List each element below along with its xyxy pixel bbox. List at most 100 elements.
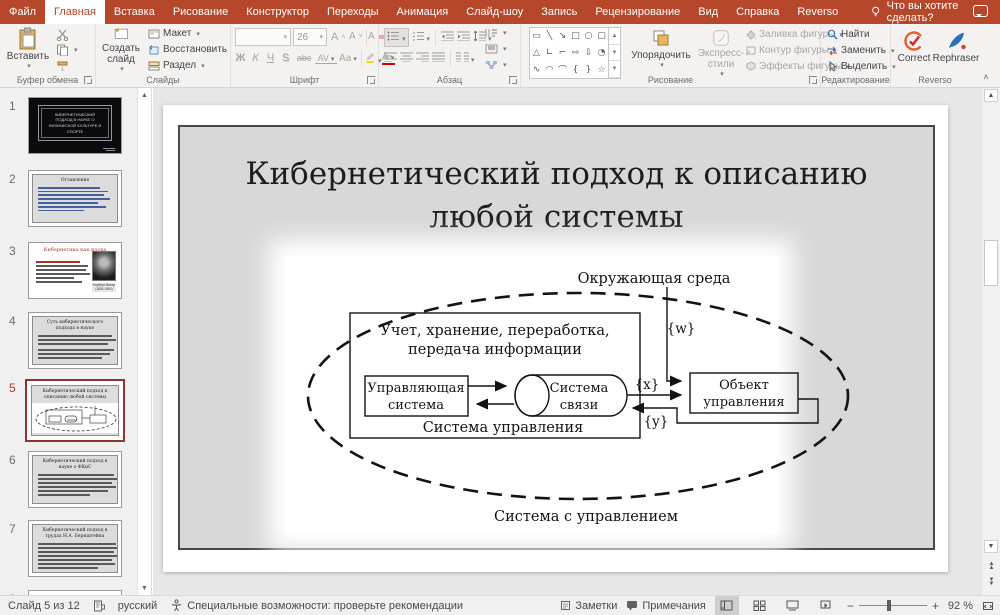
collapse-ribbon-button[interactable]: ˄ (980, 72, 992, 82)
tab-animations[interactable]: Анимация (388, 0, 458, 24)
tab-help[interactable]: Справка (727, 0, 788, 24)
fit-to-window-icon[interactable] (982, 600, 994, 612)
shapes-scroll-up[interactable]: ▲ (609, 28, 620, 45)
align-text-button[interactable] (485, 44, 507, 54)
tab-design[interactable]: Конструктор (237, 0, 318, 24)
shape-triangle[interactable]: △ (530, 45, 543, 62)
scrollbar-thumb[interactable] (984, 240, 998, 286)
underline-button[interactable]: Ч (263, 52, 278, 64)
tab-view[interactable]: Вид (689, 0, 727, 24)
zoom-out-button[interactable] (847, 599, 854, 613)
scroll-up-arrow[interactable]: ▲ (984, 89, 998, 102)
shrink-font-button[interactable]: A˅ (349, 31, 363, 42)
tab-home[interactable]: Главная (45, 0, 105, 24)
zoom-percentage[interactable]: 92 % (948, 600, 973, 612)
new-slide-button[interactable]: Создать слайд (98, 24, 144, 74)
thumbnail-scrollbar[interactable]: ▲ ▼ (137, 88, 152, 595)
clipboard-dialog-launcher[interactable] (84, 76, 92, 84)
change-case-button[interactable]: Aa (337, 53, 359, 64)
italic-button[interactable]: К (248, 52, 263, 64)
zoom-in-button[interactable] (932, 599, 939, 613)
numbering-button[interactable] (412, 31, 431, 44)
slide-thumbnail-7[interactable]: Кибернетический подход в трудах Н.А. Бер… (28, 520, 122, 577)
columns-button[interactable] (456, 52, 475, 65)
notes-toggle-button[interactable]: Заметки (560, 600, 617, 612)
section-button[interactable]: Раздел (148, 60, 205, 71)
accessibility-checker[interactable]: Специальные возможности: проверьте реком… (170, 599, 463, 612)
shapes-scroll-down[interactable]: ▼ (609, 45, 620, 62)
shape-rectangle[interactable]: □ (569, 28, 582, 45)
format-painter-button[interactable] (56, 60, 69, 72)
slide-editing-canvas[interactable]: Кибернетический подход к описанию любой … (153, 88, 981, 595)
grow-font-button[interactable]: A˄ (331, 31, 345, 43)
shape-rounded-rectangle[interactable]: ▢ (595, 28, 608, 45)
font-dialog-launcher[interactable] (367, 76, 375, 84)
shape-elbow-connector[interactable]: ∟ (543, 45, 556, 62)
previous-slide-button[interactable]: ▲▲ (985, 560, 998, 573)
slide-thumbnail-6[interactable]: Кибернетический подход в науке о ФКиС (28, 451, 122, 508)
shape-arrow-right[interactable]: ⇨ (569, 45, 582, 62)
reset-button[interactable]: Восстановить (148, 44, 227, 55)
shapes-gallery[interactable]: ▭ ╲ ↘ □ ○ ▢ △ ∟ ⌐ ⇨ ⇩ ◔ ∿ ◠ ⌒ { } ☆ ▲ (529, 27, 621, 79)
tab-record[interactable]: Запись (532, 0, 586, 24)
align-left-button[interactable] (384, 52, 397, 65)
normal-view-button[interactable] (715, 596, 739, 615)
slideshow-view-button[interactable] (814, 596, 838, 615)
decrease-indent-button[interactable] (441, 31, 454, 44)
replace-button[interactable]: Заменить (827, 45, 894, 56)
slide-sorter-view-button[interactable] (748, 596, 772, 615)
tab-slideshow[interactable]: Слайд-шоу (457, 0, 532, 24)
comments-toggle-button[interactable]: Примечания (626, 600, 706, 612)
align-center-button[interactable] (400, 52, 413, 65)
shape-arrow[interactable]: ↘ (556, 28, 569, 45)
paste-button[interactable]: Вставить (6, 24, 50, 74)
slide-thumbnail-4[interactable]: Суть кибернетического подхода в науке (28, 312, 122, 369)
text-shadow-button[interactable]: S (278, 52, 293, 64)
reverso-rephraser-button[interactable]: Rephraser (935, 26, 977, 76)
thumb-scroll-down-arrow[interactable]: ▼ (139, 582, 150, 594)
current-slide[interactable]: Кибернетический подход к описанию любой … (163, 105, 948, 572)
arrange-button[interactable]: Упорядочить (625, 25, 697, 75)
increase-indent-button[interactable] (457, 31, 470, 44)
tab-review[interactable]: Рецензирование (586, 0, 689, 24)
character-spacing-button[interactable]: AV (315, 53, 337, 64)
font-name-combobox[interactable]: ▾ (235, 28, 291, 46)
quick-styles-button[interactable]: Экспресс-стили (699, 25, 743, 79)
shape-textbox[interactable]: ▭ (530, 28, 543, 45)
shape-oval[interactable]: ○ (582, 28, 595, 45)
align-right-button[interactable] (416, 52, 429, 65)
tab-reverso[interactable]: Reverso (788, 0, 847, 24)
zoom-slider-track[interactable] (859, 605, 927, 606)
bold-button[interactable]: Ж (233, 52, 248, 64)
tab-draw[interactable]: Рисование (164, 0, 237, 24)
strikethrough-button[interactable]: abc (293, 53, 315, 63)
tab-transitions[interactable]: Переходы (318, 0, 388, 24)
zoom-slider-thumb[interactable] (887, 600, 891, 611)
tab-insert[interactable]: Вставка (105, 0, 164, 24)
next-slide-button[interactable]: ▼▼ (985, 576, 998, 589)
shape-elbow-arrow-connector[interactable]: ⌐ (556, 45, 569, 62)
slide-counter[interactable]: Слайд 5 из 12 (8, 600, 80, 612)
text-direction-button[interactable] (485, 28, 507, 38)
drawing-dialog-launcher[interactable] (809, 76, 817, 84)
main-vertical-scrollbar[interactable]: ▲ ▼ ▲▲ ▼▼ (981, 88, 1000, 595)
slide-title-textbox[interactable]: Кибернетический подход к описанию любой … (180, 153, 933, 239)
cybernetics-diagram[interactable]: Окружающая среда {w} Учет, хранение, пер… (280, 254, 860, 532)
slide-thumbnail-2[interactable]: Оглавление (28, 170, 122, 227)
reverso-correct-button[interactable]: Correct (893, 26, 935, 76)
thumb-scroll-up-arrow[interactable]: ▲ (139, 89, 150, 101)
bullets-button[interactable] (384, 28, 409, 47)
slide-thumbnail-1[interactable]: КИБЕРНЕТИЧЕСКИЙ ПОДХОД В НАУКЕ О ФИЗИЧЕС… (28, 97, 122, 154)
select-button[interactable]: Выделить (827, 61, 896, 72)
display-settings-icon[interactable] (93, 600, 105, 612)
language-indicator[interactable]: русский (118, 600, 157, 612)
cut-button[interactable] (56, 29, 69, 41)
shape-line[interactable]: ╲ (543, 28, 556, 45)
reading-view-button[interactable] (781, 596, 805, 615)
shape-arrow-down[interactable]: ⇩ (582, 45, 595, 62)
tab-file[interactable]: Файл (0, 0, 45, 24)
layout-button[interactable]: Макет (148, 28, 200, 39)
slide-thumbnail-3[interactable]: Кибернетика как наука Норберт Винер(1894… (28, 242, 122, 299)
feedback-icon[interactable] (973, 5, 988, 17)
scroll-down-arrow[interactable]: ▼ (984, 540, 998, 553)
